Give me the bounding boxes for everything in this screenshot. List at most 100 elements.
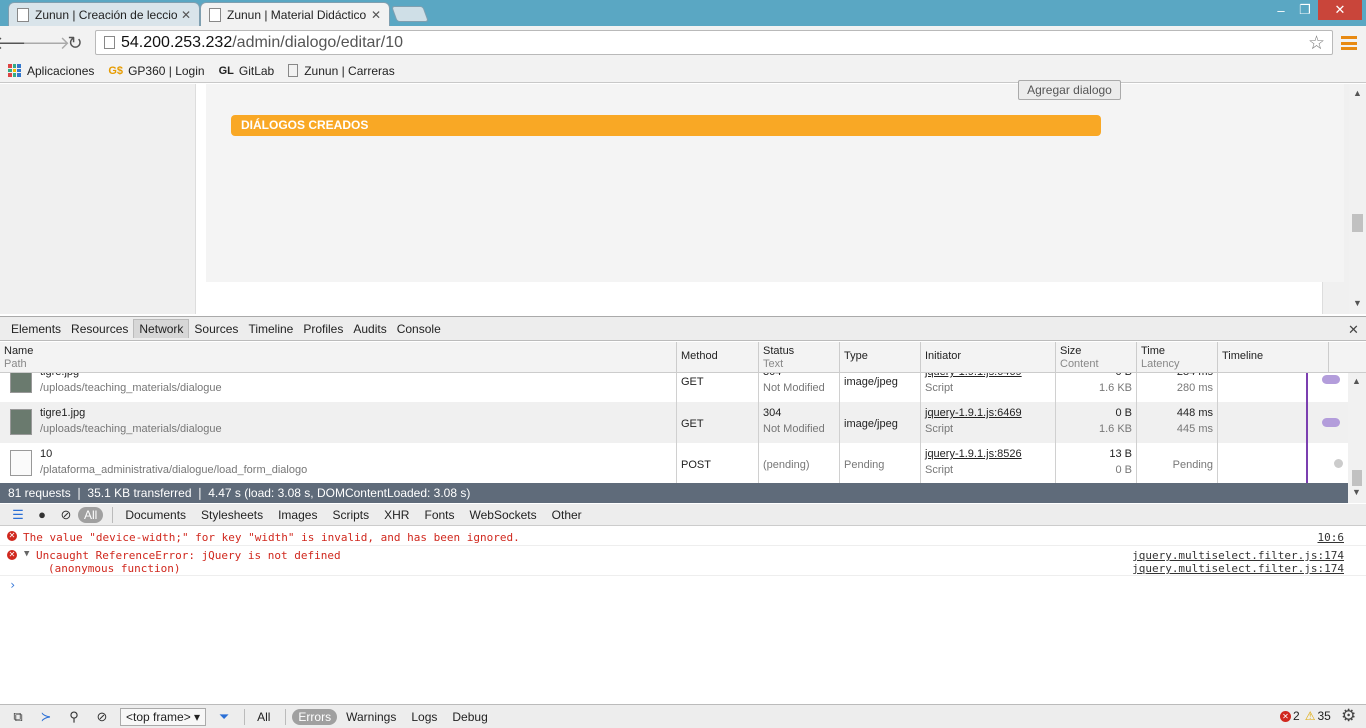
column-name-label: Name bbox=[4, 345, 34, 357]
console-drawer[interactable]: ✕ The value "device-width;" for key "wid… bbox=[0, 527, 1366, 704]
request-status-text: Not Modified bbox=[763, 423, 825, 435]
column-type[interactable]: Type bbox=[840, 342, 921, 373]
list-view-icon[interactable]: ☰ bbox=[6, 507, 30, 523]
scroll-down-icon[interactable]: ▼ bbox=[1352, 487, 1361, 497]
tab-audits[interactable]: Audits bbox=[348, 320, 391, 338]
network-row[interactable]: 10/plataforma_administrativa/dialogue/lo… bbox=[0, 443, 1348, 484]
new-tab-button[interactable] bbox=[391, 6, 429, 22]
chrome-menu-icon[interactable] bbox=[1341, 36, 1357, 50]
filter-scripts[interactable]: Scripts bbox=[326, 507, 375, 523]
initiator-link[interactable]: jquery-1.9.1.js:6469 bbox=[925, 405, 1051, 421]
request-name: tigre1.jpg bbox=[40, 407, 86, 419]
close-icon[interactable]: ✕ bbox=[181, 8, 191, 22]
column-size[interactable]: SizeContent bbox=[1056, 342, 1137, 373]
bookmark-star-icon[interactable]: ☆ bbox=[1308, 32, 1325, 55]
filter-websockets[interactable]: WebSockets bbox=[464, 507, 543, 523]
close-devtools-icon[interactable]: ✕ bbox=[1348, 322, 1359, 338]
console-source-link[interactable]: jquery.multiselect.filter.js:174 bbox=[1132, 549, 1344, 562]
console-source-link[interactable]: 10:6 bbox=[1318, 531, 1345, 544]
request-time: 448 ms bbox=[1176, 407, 1213, 419]
tab-sources[interactable]: Sources bbox=[189, 320, 243, 338]
bookmark-gitlab[interactable]: GL GitLab bbox=[219, 64, 275, 78]
level-logs[interactable]: Logs bbox=[405, 709, 443, 725]
tab-network[interactable]: Network bbox=[133, 319, 190, 338]
tab-profiles[interactable]: Profiles bbox=[298, 320, 348, 338]
request-path: /uploads/teaching_materials/dialogue bbox=[40, 382, 222, 394]
record-icon[interactable]: ● bbox=[30, 507, 54, 522]
issue-counts[interactable]: ✕ 2 ⚠ 35 bbox=[1280, 709, 1331, 723]
tab-resources[interactable]: Resources bbox=[66, 320, 133, 338]
filter-fonts[interactable]: Fonts bbox=[418, 507, 460, 523]
level-errors[interactable]: Errors bbox=[292, 708, 338, 725]
url-text[interactable]: 54.200.253.232/admin/dialogo/editar/10 bbox=[121, 34, 403, 52]
filter-xhr[interactable]: XHR bbox=[378, 507, 415, 523]
filter-images[interactable]: Images bbox=[272, 507, 323, 523]
address-bar[interactable]: 54.200.253.232/admin/dialogo/editar/10 ☆ bbox=[95, 30, 1333, 55]
column-status[interactable]: StatusText bbox=[759, 342, 840, 373]
filter-other[interactable]: Other bbox=[546, 507, 588, 523]
agregar-dialogo-button[interactable]: Agregar dialogo bbox=[1018, 80, 1121, 100]
filter-documents[interactable]: Documents bbox=[119, 507, 192, 523]
page-scrollbar[interactable]: ▲ ▼ bbox=[1349, 84, 1366, 314]
network-scrollbar[interactable]: ▲ ▼ bbox=[1348, 373, 1366, 503]
warning-count: 35 bbox=[1317, 709, 1331, 723]
column-initiator[interactable]: Initiator bbox=[921, 342, 1056, 373]
column-name[interactable]: NamePath bbox=[0, 342, 677, 373]
bookmark-aplicaciones[interactable]: Aplicaciones bbox=[8, 64, 94, 78]
gear-icon[interactable]: ⚙ bbox=[1341, 706, 1356, 726]
console-prompt[interactable]: › bbox=[9, 578, 16, 592]
network-row[interactable]: tigre1.jpg/uploads/teaching_materials/di… bbox=[0, 402, 1348, 443]
request-method: GET bbox=[681, 376, 704, 388]
filter-funnel-icon[interactable]: ⏷ bbox=[210, 709, 238, 725]
initiator-type: Script bbox=[925, 423, 954, 435]
level-all[interactable]: All bbox=[251, 709, 276, 725]
dock-icon[interactable]: ⧉ bbox=[4, 709, 32, 725]
bookmark-label: Aplicaciones bbox=[27, 63, 95, 78]
timeline-bar bbox=[1334, 459, 1343, 468]
column-method[interactable]: Method bbox=[677, 342, 759, 373]
column-time[interactable]: TimeLatency bbox=[1137, 342, 1218, 373]
expand-triangle-icon[interactable]: ▼ bbox=[24, 549, 29, 559]
scroll-thumb[interactable] bbox=[1352, 470, 1362, 486]
minimize-button[interactable]: – bbox=[1268, 0, 1294, 20]
tab-elements[interactable]: Elements bbox=[6, 320, 66, 338]
maximize-button[interactable]: ❐ bbox=[1292, 0, 1318, 20]
error-count-icon: ✕ bbox=[1280, 710, 1291, 722]
scroll-up-icon[interactable]: ▲ bbox=[1352, 376, 1361, 386]
page-icon bbox=[17, 7, 29, 22]
tab-console[interactable]: Console bbox=[392, 320, 446, 338]
tab-material-didactico[interactable]: Zunun | Material Didáctico ✕ bbox=[200, 2, 390, 26]
tab-creacion-lecciones[interactable]: Zunun | Creación de leccio ✕ bbox=[8, 2, 200, 26]
clear-icon[interactable]: ⊘ bbox=[54, 507, 78, 523]
scroll-down-icon[interactable]: ▼ bbox=[1353, 298, 1362, 308]
forward-arrow-icon[interactable]: 🡒 bbox=[22, 32, 70, 54]
close-icon[interactable]: ✕ bbox=[371, 8, 381, 22]
page-icon bbox=[288, 64, 299, 77]
level-debug[interactable]: Debug bbox=[446, 709, 493, 725]
page-icon bbox=[104, 36, 115, 49]
reload-icon[interactable]: ↻ bbox=[64, 32, 86, 54]
level-warnings[interactable]: Warnings bbox=[340, 709, 402, 725]
column-time-label: Time bbox=[1141, 345, 1166, 357]
tab-timeline[interactable]: Timeline bbox=[243, 320, 298, 338]
scroll-up-icon[interactable]: ▲ bbox=[1353, 88, 1362, 98]
search-icon[interactable]: ⚲ bbox=[60, 709, 88, 725]
column-text-label: Text bbox=[763, 358, 784, 370]
bookmark-gp360[interactable]: G$ GP360 | Login bbox=[108, 64, 204, 78]
request-path: /uploads/teaching_materials/dialogue bbox=[40, 423, 222, 435]
frame-select[interactable]: <top frame> ▾ bbox=[120, 707, 207, 726]
request-content-size: 1.6 KB bbox=[1098, 382, 1132, 394]
scroll-thumb[interactable] bbox=[1352, 214, 1363, 232]
close-window-button[interactable]: ✕ bbox=[1318, 0, 1362, 20]
show-console-icon[interactable]: ≻ bbox=[32, 709, 60, 725]
column-size-label: Size bbox=[1060, 345, 1082, 357]
request-status: (pending) bbox=[763, 459, 810, 471]
stack-frame-source-link[interactable]: jquery.multiselect.filter.js:174 bbox=[1132, 562, 1344, 575]
column-timeline[interactable]: Timeline bbox=[1218, 342, 1329, 373]
initiator-link[interactable]: jquery-1.9.1.js:8526 bbox=[925, 446, 1051, 462]
filter-all[interactable]: All bbox=[78, 506, 104, 523]
bookmark-label: Zunun | Carreras bbox=[304, 63, 395, 78]
filter-stylesheets[interactable]: Stylesheets bbox=[195, 507, 269, 523]
bookmark-zunun-carreras[interactable]: Zunun | Carreras bbox=[288, 64, 395, 78]
clear-console-icon[interactable]: ⊘ bbox=[88, 709, 116, 725]
